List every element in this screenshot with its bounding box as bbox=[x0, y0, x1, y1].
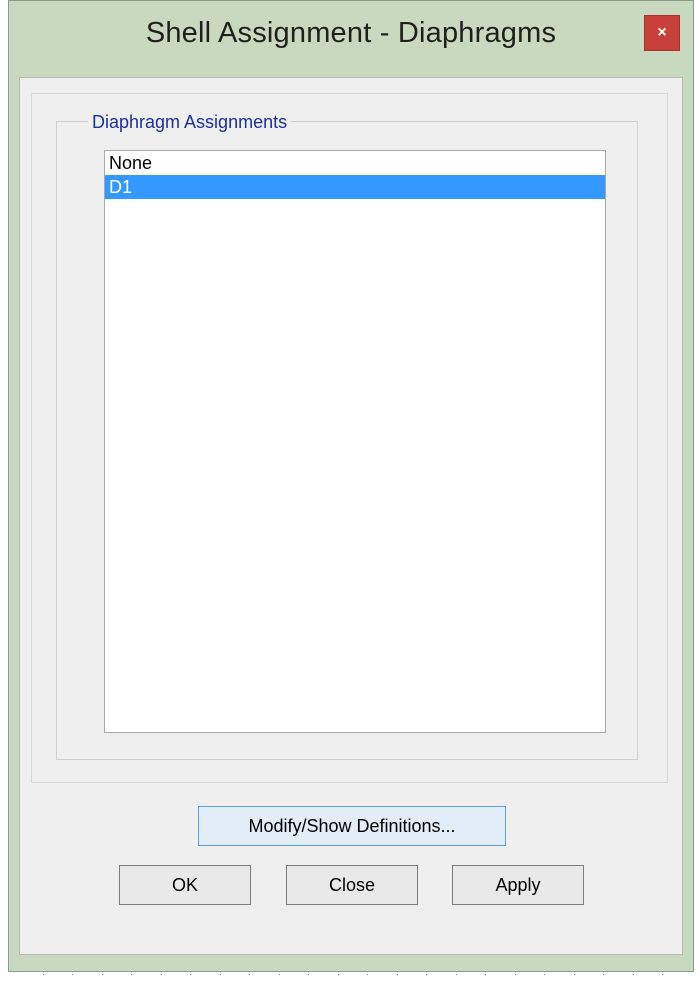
close-button[interactable]: × bbox=[644, 15, 680, 51]
modify-show-definitions-button[interactable]: Modify/Show Definitions... bbox=[198, 806, 506, 846]
diaphragm-listbox[interactable]: None D1 bbox=[104, 150, 606, 733]
list-item-d1[interactable]: D1 bbox=[105, 175, 605, 199]
window-title: Shell Assignment - Diaphragms bbox=[145, 17, 557, 49]
group-label: Diaphragm Assignments bbox=[88, 111, 292, 133]
bottom-border-dots bbox=[8, 972, 694, 982]
close-dialog-button[interactable]: Close bbox=[286, 865, 418, 905]
title-bar[interactable]: Shell Assignment - Diaphragms × bbox=[9, 1, 693, 77]
ok-button[interactable]: OK bbox=[119, 865, 251, 905]
close-icon: × bbox=[657, 24, 667, 41]
list-item-none[interactable]: None bbox=[105, 151, 605, 175]
apply-button[interactable]: Apply bbox=[452, 865, 584, 905]
